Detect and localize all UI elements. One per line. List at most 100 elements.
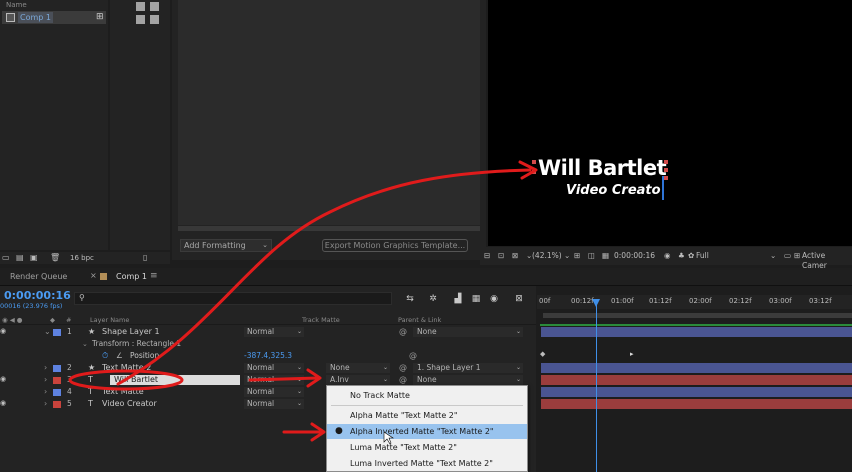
visibility-eye-icon[interactable]: ◉ xyxy=(0,400,6,407)
layer-row-1[interactable]: ◉ ⌄ 1 ★ Shape Layer 1 Normal ⌄ @ None ⌄ xyxy=(0,326,536,338)
mask-visibility-icon[interactable]: ⊠ xyxy=(512,251,518,261)
new-folder-icon[interactable]: ▤ xyxy=(16,253,24,262)
composition-viewer[interactable]: Will Bartlet Video Creato xyxy=(488,0,852,246)
bounding-handle[interactable] xyxy=(664,168,668,172)
layer-label-swatch[interactable] xyxy=(53,377,61,384)
column-parent-link[interactable]: Parent & Link xyxy=(398,316,441,324)
close-icon[interactable]: × xyxy=(90,271,97,280)
pick-whip-icon[interactable]: @ xyxy=(409,350,417,362)
bounding-handle[interactable] xyxy=(532,160,536,164)
layer-bar-4[interactable] xyxy=(541,387,852,397)
layer-bar-5[interactable] xyxy=(541,399,852,409)
column-track-matte[interactable]: Track Matte xyxy=(302,316,340,324)
playhead-line[interactable] xyxy=(596,305,597,472)
resolution-dropdown[interactable]: Full xyxy=(696,251,709,261)
blend-mode-dropdown[interactable]: Normal ⌄ xyxy=(244,363,304,373)
layer-label-swatch[interactable] xyxy=(53,365,61,372)
expand-chevron-icon[interactable]: ⌄ xyxy=(82,338,88,350)
stopwatch-icon[interactable]: ⏱ xyxy=(102,350,108,362)
viewer-timecode[interactable]: 0:00:00:16 xyxy=(614,251,655,261)
position-property-row[interactable]: ⏱ ∠ Position -387.4,325.3 @ xyxy=(0,350,536,362)
parent-dropdown[interactable]: None ⌄ xyxy=(413,375,523,385)
visibility-eye-icon[interactable]: ◉ xyxy=(0,328,6,335)
panel-icon-3[interactable] xyxy=(136,15,145,24)
blend-mode-dropdown[interactable]: Normal ⌄ xyxy=(244,399,304,409)
blend-mode-dropdown[interactable]: Normal ⌄ xyxy=(244,375,304,385)
track-matte-dropdown[interactable]: None ⌄ xyxy=(326,363,390,373)
transform-group-row[interactable]: ⌄ Transform : Rectangle 1 xyxy=(0,338,536,350)
layer-name[interactable]: Will Bartlet xyxy=(114,374,158,386)
panel-icon-1[interactable] xyxy=(136,2,145,11)
pick-whip-icon[interactable]: @ xyxy=(399,326,407,338)
panel-icon-4[interactable] xyxy=(150,15,159,24)
fast-preview-icon[interactable]: ▭ xyxy=(784,251,791,261)
column-layer-name[interactable]: Layer Name xyxy=(90,316,129,324)
layer-label-swatch[interactable] xyxy=(53,329,61,336)
add-formatting-dropdown[interactable]: Add Formatting ⌄ xyxy=(180,239,272,252)
layer-name[interactable]: Video Creator xyxy=(102,398,157,410)
layer-bar-1[interactable] xyxy=(541,327,852,337)
color-channels-icon[interactable]: ✿ xyxy=(688,251,694,261)
menu-item-alpha-inverted-matte[interactable]: ● Alpha Inverted Matte "Text Matte 2" xyxy=(327,424,527,439)
show-snapshot-icon[interactable]: ♣ xyxy=(678,251,685,261)
blend-mode-dropdown[interactable]: Normal ⌄ xyxy=(244,327,304,337)
layer-name[interactable]: Shape Layer 1 xyxy=(102,326,160,338)
flowchart-icon[interactable]: ⊞ xyxy=(96,12,106,22)
parent-dropdown[interactable]: None ⌄ xyxy=(413,327,523,337)
new-composition-icon[interactable]: ▣ xyxy=(30,253,38,262)
magnification-value[interactable]: (42.1%) xyxy=(532,251,562,261)
work-area-bar[interactable] xyxy=(543,313,852,318)
expand-chevron-icon[interactable]: ⌄ xyxy=(44,326,51,338)
position-value[interactable]: -387.4,325.3 xyxy=(244,350,292,362)
bounding-handle[interactable] xyxy=(532,170,536,174)
tab-menu-icon[interactable]: ≡ xyxy=(150,271,158,281)
menu-item-no-track-matte[interactable]: No Track Matte xyxy=(327,388,527,403)
draft-3d-icon[interactable]: ✲ xyxy=(427,293,439,305)
layer-name[interactable]: Text Matte xyxy=(102,386,144,398)
panel-icon-2[interactable] xyxy=(150,2,159,11)
keyframe-icon[interactable]: ▸ xyxy=(630,350,634,358)
bounding-handle[interactable] xyxy=(664,160,668,164)
blend-mode-dropdown[interactable]: Normal ⌄ xyxy=(244,387,304,397)
keyframe-icon[interactable]: ◆ xyxy=(540,350,545,358)
delete-icon[interactable]: 🗑 xyxy=(50,253,60,262)
egp-scrollbar[interactable] xyxy=(178,226,480,231)
menu-item-luma-matte[interactable]: Luma Matte "Text Matte 2" xyxy=(327,440,527,455)
bounding-handle[interactable] xyxy=(664,176,668,180)
tab-comp-1[interactable]: Comp 1 xyxy=(116,272,147,281)
frame-blending-icon[interactable]: ▦ xyxy=(470,293,482,305)
track-matte-dropdown[interactable]: A.Inv ⌄ xyxy=(326,375,390,385)
bit-depth-label[interactable]: 16 bpc xyxy=(70,254,94,263)
layer-row-2[interactable]: › 2 ★ Text Matte 2 Normal ⌄ None ⌄ @ 1. Sh… xyxy=(0,362,536,374)
expand-chevron-icon[interactable]: › xyxy=(44,362,47,374)
visibility-eye-icon[interactable]: ◉ xyxy=(0,376,6,383)
menu-item-luma-inverted-matte[interactable]: Luma Inverted Matte "Text Matte 2" xyxy=(327,456,527,471)
expand-chevron-icon[interactable]: › xyxy=(44,374,47,386)
grid-icon[interactable]: ⊞ xyxy=(574,251,580,261)
trash-icon[interactable]: ▯ xyxy=(143,253,147,262)
parent-dropdown[interactable]: 1. Shape Layer 1 ⌄ xyxy=(413,363,523,373)
comp-mini-flowchart-icon[interactable]: ⇆ xyxy=(404,293,416,305)
transparency-grid-icon[interactable]: ▦ xyxy=(602,251,609,261)
graph-editor-icon[interactable]: ⊠ xyxy=(513,293,525,305)
layer-name[interactable]: Text Matte 2 xyxy=(102,362,151,374)
expand-chevron-icon[interactable]: › xyxy=(44,386,47,398)
layer-label-swatch[interactable] xyxy=(53,401,61,408)
current-time-display[interactable]: 0:00:00:16 xyxy=(4,289,71,302)
safe-margins-icon[interactable]: ◫ xyxy=(588,251,595,261)
motion-blur-icon[interactable]: ◉ xyxy=(488,293,500,305)
layer-search-input[interactable]: ⚲ xyxy=(74,292,392,305)
project-item-comp[interactable]: Comp 1 ⊞ xyxy=(2,11,106,24)
time-ruler[interactable]: 00f 00:12f 01:00f 01:12f 02:00f 02:12f 0… xyxy=(537,295,852,309)
interpret-footage-icon[interactable]: ▭ xyxy=(2,253,10,262)
region-of-interest-icon[interactable]: ⊡ xyxy=(498,251,504,261)
layer-bar-3[interactable] xyxy=(541,375,852,385)
playhead-handle[interactable] xyxy=(592,299,600,307)
expand-chevron-icon[interactable]: › xyxy=(44,398,47,410)
toggle-view-icon[interactable]: ⊞ xyxy=(794,251,800,261)
pick-whip-icon[interactable]: @ xyxy=(399,362,407,374)
tab-render-queue[interactable]: Render Queue xyxy=(10,272,67,281)
export-mgt-button[interactable]: Export Motion Graphics Template... xyxy=(322,239,468,252)
always-preview-icon[interactable]: ⊟ xyxy=(484,251,490,261)
snapshot-icon[interactable]: ◉ xyxy=(664,251,671,261)
